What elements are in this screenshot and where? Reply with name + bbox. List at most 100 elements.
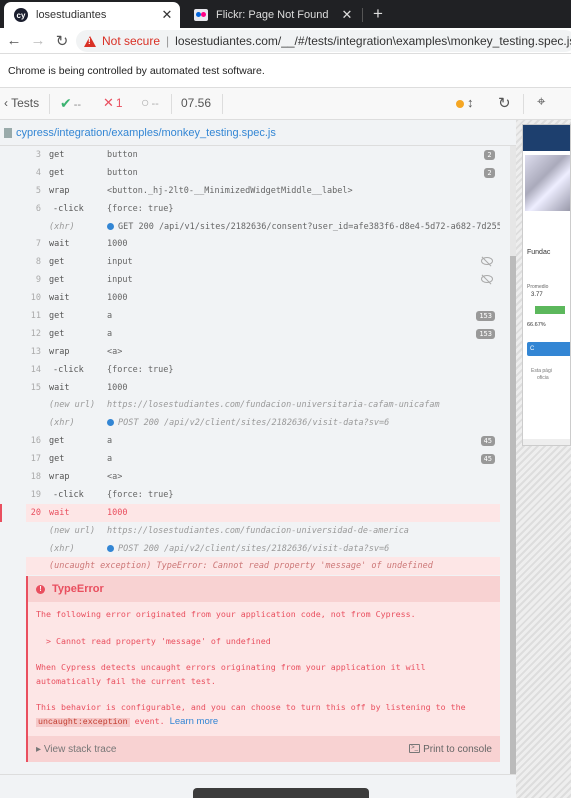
print-to-console-button[interactable]: >_ Print to console — [409, 744, 492, 755]
count-badge: 153 — [476, 328, 495, 339]
command-row[interactable]: 4 get button 2 — [26, 163, 500, 182]
scroll-toggle-icon[interactable]: ↕ — [467, 95, 474, 110]
command-log: 3 get button 2 4 get button 2 5 wrap <button._hj… — [0, 146, 516, 774]
error-line: This behavior is configurable, and you c… — [36, 702, 466, 727]
automation-infobar: Chrome is being controlled by automated … — [0, 54, 571, 88]
status-dot — [456, 100, 464, 108]
error-panel: ! TypeError The following error originat… — [26, 576, 500, 762]
duration: 07.56 — [181, 96, 212, 110]
bottom-overlay — [193, 788, 369, 798]
url-input[interactable]: ! Not secure | losestudiantes.com/__/#/t… — [76, 30, 571, 52]
failed-command-row[interactable]: 20 wait 1000 — [0, 503, 500, 522]
close-tab-icon[interactable]: ✕ — [160, 7, 174, 23]
view-stack-trace-button[interactable]: ▸ View stack trace — [36, 744, 409, 755]
uncaught-exception-row[interactable]: (uncaught exception) TypeError: Cannot r… — [26, 557, 500, 576]
selector-playground-icon[interactable]: ⌖ — [537, 93, 545, 110]
error-message: The following error originated from your… — [28, 602, 500, 729]
close-tab-icon[interactable]: ✕ — [340, 7, 354, 23]
xhr-status-dot — [107, 419, 114, 427]
not-secure-label: Not secure — [102, 34, 161, 48]
command-row[interactable]: 13 wrap <a> — [26, 342, 500, 361]
chevron-left-icon: ‹ — [4, 96, 8, 110]
new-tab-button[interactable]: + — [368, 4, 388, 24]
command-row[interactable]: 3 get button 2 — [26, 146, 500, 164]
error-title: TypeError — [52, 583, 104, 595]
rerun-icon[interactable]: ↻ — [498, 94, 511, 112]
spec-path[interactable]: cypress/integration/examples/monkey_test… — [16, 127, 276, 139]
failed-count: ✕ 1 — [103, 95, 123, 110]
flickr-favicon-icon — [194, 9, 208, 21]
cypress-favicon-icon: cy — [14, 8, 28, 22]
error-footer: ▸ View stack trace >_ Print to console — [28, 736, 500, 762]
passed-count: ✔ -- — [60, 95, 82, 111]
app-preview-pane: Fundac Promedio 3.77 66.67% C Esta pági … — [516, 120, 571, 798]
command-row[interactable]: 9 get input — [26, 271, 500, 290]
xhr-row[interactable]: (xhr) POST 200 /api/v2/client/sites/21826… — [26, 414, 500, 433]
description-line: oficia — [537, 375, 549, 381]
command-row[interactable]: 19 -click {force: true} — [26, 485, 500, 504]
command-row[interactable]: 6 -click {force: true} — [26, 199, 500, 218]
command-row[interactable]: 17 get a 45 — [26, 450, 500, 469]
error-icon: ! — [36, 584, 45, 594]
command-row[interactable]: 5 wrap <button._hj-2lt0-__MinimizedWidgetM… — [26, 181, 500, 200]
average-label: Promedio — [527, 284, 549, 290]
tab-title: losestudiantes — [36, 9, 107, 21]
error-line: The following error originated from your… — [36, 609, 416, 619]
xhr-row[interactable]: (xhr) POST 200 /api/v2/client/sites/21826… — [26, 539, 500, 558]
divider: | — [166, 34, 170, 48]
xhr-status-dot — [107, 544, 114, 552]
infobar-text: Chrome is being controlled by automated … — [8, 64, 265, 77]
back-arrow-icon[interactable]: ← — [4, 32, 24, 49]
app-button[interactable]: C — [527, 342, 570, 356]
app-header — [523, 125, 570, 151]
count-badge: 45 — [480, 436, 495, 447]
count-badge: 2 — [484, 167, 495, 178]
university-name: Fundac — [527, 249, 551, 256]
command-row[interactable]: 8 get input — [26, 253, 500, 272]
rating-bar — [535, 306, 565, 314]
command-row[interactable]: 14 -click {force: true} — [26, 360, 500, 379]
error-line: > Cannot read property 'message' of unde… — [46, 635, 271, 646]
xhr-row[interactable]: (xhr) GET 200 /api/v1/sites/2182636/conse… — [26, 217, 500, 236]
learn-more-link[interactable]: Learn more — [170, 716, 219, 727]
pending-count: ○ -- — [141, 94, 159, 110]
divider — [523, 94, 524, 114]
browser-tab-strip: cy losestudiantes ✕ Flickr: Page Not Fou… — [0, 0, 571, 28]
url-text: losestudiantes.com/__/#/tests/integratio… — [175, 34, 571, 48]
forward-arrow-icon[interactable]: → — [28, 32, 48, 49]
divider — [49, 94, 50, 114]
tab-flickr[interactable]: Flickr: Page Not Found ✕ — [184, 2, 360, 28]
command-row[interactable]: 15 wait 1000 — [26, 378, 500, 397]
count-badge: 2 — [484, 150, 495, 160]
command-row[interactable]: 18 wrap <a> — [26, 468, 500, 486]
command-list: 3 get button 2 4 get button 2 5 wrap <button._hj… — [0, 146, 500, 576]
terminal-icon: >_ — [409, 744, 421, 754]
xhr-status-dot — [107, 222, 114, 230]
command-row[interactable]: 11 get a 153 — [26, 307, 500, 325]
command-row[interactable]: 16 get a 45 — [26, 432, 500, 451]
app-iframe[interactable]: Fundac Promedio 3.77 66.67% C Esta pági … — [522, 124, 571, 446]
tab-title: Flickr: Page Not Found — [216, 9, 329, 21]
tab-divider — [362, 8, 363, 22]
command-row[interactable]: 10 wait 1000 — [26, 289, 500, 308]
cross-icon: ✕ — [103, 95, 114, 110]
reload-icon[interactable]: ↻ — [52, 32, 72, 50]
average-score: 3.77 — [531, 292, 543, 298]
spec-path-bar: cypress/integration/examples/monkey_test… — [0, 120, 516, 146]
new-url-row[interactable]: (new url) https://losestudiantes.com/fund… — [26, 521, 500, 540]
command-row[interactable]: 7 wait 1000 — [26, 235, 500, 254]
error-header: ! TypeError — [28, 576, 500, 602]
file-icon — [4, 127, 12, 138]
divider — [171, 94, 172, 114]
rating-percent: 66.67% — [527, 322, 546, 328]
warning-icon: ! — [84, 35, 96, 47]
new-url-row[interactable]: (new url) https://losestudiantes.com/fund… — [26, 396, 500, 415]
horizontal-scrollbar[interactable] — [523, 439, 570, 445]
chevron-right-icon: ▸ — [36, 743, 42, 755]
command-row[interactable]: 12 get a 153 — [26, 324, 500, 343]
error-line: When Cypress detects uncaught errors ori… — [36, 662, 426, 686]
count-badge: 153 — [476, 311, 495, 322]
tab-losestudiantes[interactable]: cy losestudiantes ✕ — [4, 2, 180, 28]
description-line: Esta pági — [531, 368, 552, 374]
tests-button[interactable]: ‹ Tests — [4, 96, 39, 110]
